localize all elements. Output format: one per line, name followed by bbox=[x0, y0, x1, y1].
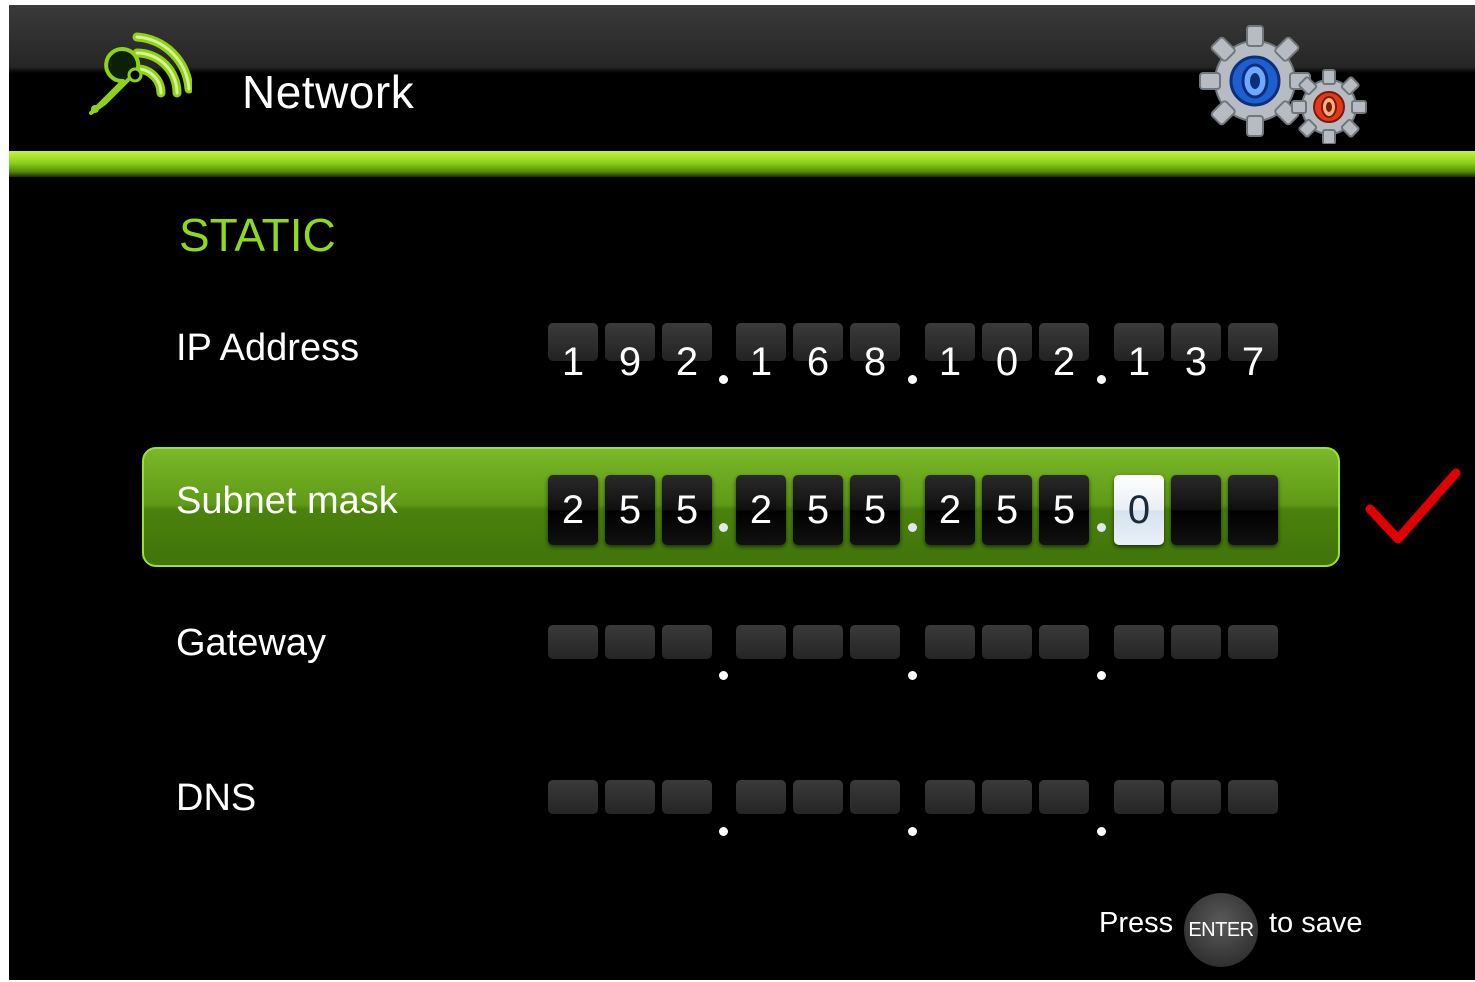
subnet-digit-10[interactable]: 0 bbox=[1114, 475, 1164, 545]
dns-digit-10[interactable] bbox=[1114, 780, 1164, 814]
ip-digit-9[interactable]: 2 bbox=[1039, 323, 1089, 384]
dns-digit-8[interactable] bbox=[982, 780, 1032, 814]
connection-mode-label[interactable]: STATIC bbox=[179, 208, 336, 262]
dns-digit-12[interactable] bbox=[1228, 780, 1278, 814]
ip-digit-12[interactable]: 7 bbox=[1228, 323, 1278, 384]
subnet-digit-8[interactable]: 5 bbox=[982, 475, 1032, 545]
subnet-mask-label: Subnet mask bbox=[176, 480, 398, 522]
save-hint: Press ENTER to save bbox=[1099, 893, 1399, 967]
subnet-separator-dot bbox=[908, 523, 917, 532]
gateway-label: Gateway bbox=[176, 622, 326, 664]
dns-digit-9[interactable] bbox=[1039, 780, 1089, 814]
subnet-digit-9[interactable]: 5 bbox=[1039, 475, 1089, 545]
gateway-digit-10[interactable] bbox=[1114, 625, 1164, 659]
gateway-digit-1[interactable] bbox=[548, 625, 598, 659]
subnet-digit-7[interactable]: 2 bbox=[925, 475, 975, 545]
header-accent-bar bbox=[9, 151, 1475, 177]
ip-separator-dot bbox=[1097, 375, 1106, 384]
ip-digit-6[interactable]: 8 bbox=[850, 323, 900, 384]
save-hint-press: Press bbox=[1099, 907, 1174, 939]
dns-digit-3[interactable] bbox=[662, 780, 712, 814]
subnet-separator-dot bbox=[719, 523, 728, 532]
network-settings-screen: Network STATIC IP Address Subnet mask Ga… bbox=[9, 5, 1475, 980]
gateway-digit-2[interactable] bbox=[605, 625, 655, 659]
gateway-digit-8[interactable] bbox=[982, 625, 1032, 659]
checkmark-icon bbox=[1365, 468, 1461, 544]
ip-separator-dot bbox=[908, 375, 917, 384]
save-hint-to-save: to save bbox=[1269, 907, 1363, 939]
gateway-digit-3[interactable] bbox=[662, 625, 712, 659]
dns-digit-11[interactable] bbox=[1171, 780, 1221, 814]
ip-digit-5[interactable]: 6 bbox=[793, 323, 843, 384]
ip-digit-10[interactable]: 1 bbox=[1114, 323, 1164, 384]
gears-icon[interactable] bbox=[1197, 19, 1372, 144]
subnet-digit-1[interactable]: 2 bbox=[548, 475, 598, 545]
gateway-separator-dot bbox=[1097, 671, 1106, 680]
ip-digit-8[interactable]: 0 bbox=[982, 323, 1032, 384]
subnet-digit-5[interactable]: 5 bbox=[793, 475, 843, 545]
dns-separator-dot bbox=[719, 827, 728, 836]
gateway-digit-9[interactable] bbox=[1039, 625, 1089, 659]
wifi-wrench-icon bbox=[89, 32, 192, 115]
ip-digit-1[interactable]: 1 bbox=[548, 323, 598, 384]
subnet-digit-2[interactable]: 5 bbox=[605, 475, 655, 545]
dns-digit-2[interactable] bbox=[605, 780, 655, 814]
page-title: Network bbox=[242, 66, 415, 118]
subnet-digit-6[interactable]: 5 bbox=[850, 475, 900, 545]
dns-digit-5[interactable] bbox=[793, 780, 843, 814]
ip-digit-7[interactable]: 1 bbox=[925, 323, 975, 384]
gateway-digit-7[interactable] bbox=[925, 625, 975, 659]
subnet-digit-3[interactable]: 5 bbox=[662, 475, 712, 545]
gateway-separator-dot bbox=[908, 671, 917, 680]
dns-digit-6[interactable] bbox=[850, 780, 900, 814]
dns-digit-1[interactable] bbox=[548, 780, 598, 814]
ip-digit-11[interactable]: 3 bbox=[1171, 323, 1221, 384]
gateway-separator-dot bbox=[719, 671, 728, 680]
ip-digit-3[interactable]: 2 bbox=[662, 323, 712, 384]
gateway-digit-4[interactable] bbox=[736, 625, 786, 659]
dns-digit-4[interactable] bbox=[736, 780, 786, 814]
ip-separator-dot bbox=[719, 375, 728, 384]
subnet-digit-12[interactable] bbox=[1228, 475, 1278, 545]
enter-button[interactable]: ENTER bbox=[1184, 893, 1258, 967]
dns-digit-7[interactable] bbox=[925, 780, 975, 814]
ip-address-label: IP Address bbox=[176, 327, 360, 369]
ip-digit-4[interactable]: 1 bbox=[736, 323, 786, 384]
gateway-digit-12[interactable] bbox=[1228, 625, 1278, 659]
subnet-separator-dot bbox=[1097, 523, 1106, 532]
gateway-digit-5[interactable] bbox=[793, 625, 843, 659]
gateway-digit-11[interactable] bbox=[1171, 625, 1221, 659]
gateway-digit-6[interactable] bbox=[850, 625, 900, 659]
subnet-digit-11[interactable] bbox=[1171, 475, 1221, 545]
dns-separator-dot bbox=[1097, 827, 1106, 836]
dns-label: DNS bbox=[176, 777, 257, 819]
ip-digit-2[interactable]: 9 bbox=[605, 323, 655, 384]
subnet-digit-4[interactable]: 2 bbox=[736, 475, 786, 545]
dns-separator-dot bbox=[908, 827, 917, 836]
